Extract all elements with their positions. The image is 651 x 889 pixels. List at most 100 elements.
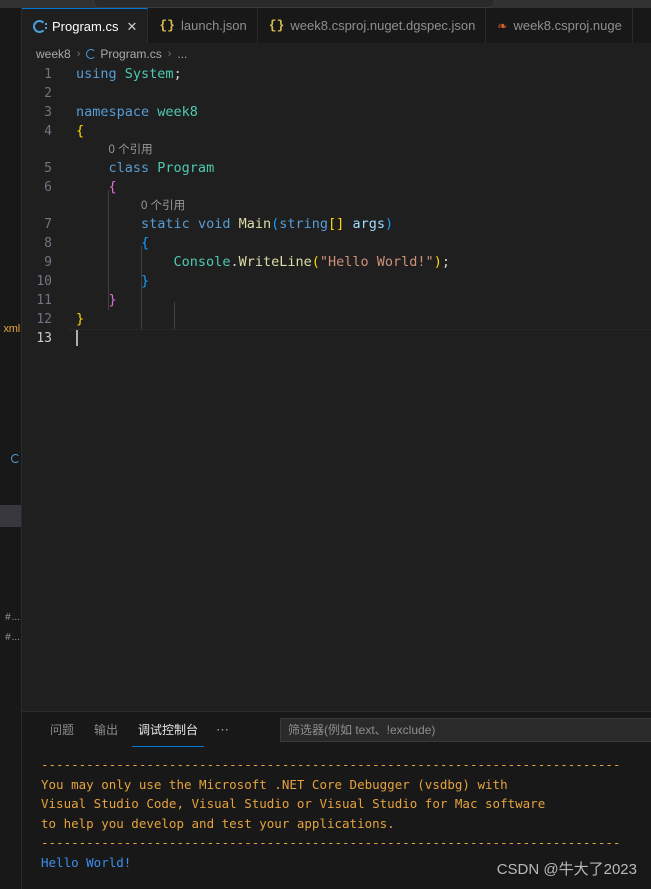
code-token: void xyxy=(198,216,231,232)
code-token: } xyxy=(76,311,84,327)
text-cursor xyxy=(76,330,78,346)
code-text: static void Main(string[] args) xyxy=(68,215,651,234)
code-token xyxy=(117,66,125,82)
close-icon[interactable]: ✕ xyxy=(126,20,137,33)
editor-tab[interactable]: {}week8.csproj.nuget.dgspec.json xyxy=(258,8,487,43)
code-token: ) xyxy=(434,254,442,270)
watermark: CSDN @牛大了2023 xyxy=(497,858,637,879)
panel-tab[interactable]: 问题 xyxy=(40,712,84,747)
code-line[interactable]: 9 Console.WriteLine("Hello World!"); xyxy=(22,253,651,272)
code-token: "Hello World!" xyxy=(320,254,434,270)
editor-tab-label: week8.csproj.nuge xyxy=(513,18,621,33)
panel-tab-bar[interactable]: 问题输出调试控制台⋯ 筛选器(例如 text、!exclude) xyxy=(22,712,651,747)
code-token: Main xyxy=(239,216,272,232)
codelens-references[interactable]: 00 个引用 xyxy=(22,141,651,159)
code-token xyxy=(76,160,109,176)
line-number: 9 xyxy=(22,253,68,272)
title-bar-strip xyxy=(0,0,651,8)
code-token xyxy=(230,216,238,232)
command-center[interactable] xyxy=(93,0,495,8)
editor-tab-label: launch.json xyxy=(181,18,247,33)
code-line[interactable]: 13 xyxy=(22,329,651,348)
code-text: using System; xyxy=(68,65,651,84)
code-line[interactable]: 5 class Program xyxy=(22,159,651,178)
line-number: 1 xyxy=(22,65,68,84)
code-token xyxy=(76,235,141,251)
explorer-row-label: xml xyxy=(3,323,20,335)
panel-tab[interactable]: 输出 xyxy=(84,712,128,747)
filter-input[interactable]: 筛选器(例如 text、!exclude) xyxy=(280,718,651,742)
line-number: 2 xyxy=(22,84,68,103)
code-editor[interactable]: 1using System;23namespace week84{00 个引用5… xyxy=(22,65,651,711)
code-token: System xyxy=(125,66,174,82)
explorer-tree-row[interactable]: #... xyxy=(0,606,21,628)
breadcrumb-item-file[interactable]: Program.cs xyxy=(100,47,161,61)
code-token: [] xyxy=(328,216,344,232)
code-text: namespace week8 xyxy=(68,103,651,122)
line-number: 11 xyxy=(22,291,68,310)
csharp-file-icon: # xyxy=(5,612,11,623)
explorer-tree-row[interactable] xyxy=(0,505,21,527)
line-number: 6 xyxy=(22,178,68,197)
code-line[interactable]: 2 xyxy=(22,84,651,103)
code-token: { xyxy=(109,179,117,195)
code-text xyxy=(68,329,651,348)
breadcrumb-item-symbol[interactable]: ... xyxy=(177,47,187,61)
line-number: 10 xyxy=(22,272,68,291)
code-line[interactable]: 3namespace week8 xyxy=(22,103,651,122)
codelens-label[interactable]: 0 个引用 xyxy=(68,141,153,160)
code-token: ; xyxy=(174,66,182,82)
code-token: class xyxy=(109,160,150,176)
code-token: ) xyxy=(385,216,393,232)
console-line: ----------------------------------------… xyxy=(41,833,651,853)
rss-icon: ❧ xyxy=(497,19,507,33)
explorer-row-label: ... xyxy=(12,612,20,623)
codelens-references[interactable]: 00 个引用 xyxy=(22,197,651,215)
json-icon: {} xyxy=(159,18,175,33)
line-number: 13 xyxy=(22,329,68,348)
code-text: { xyxy=(68,234,651,253)
editor-tab[interactable]: {} launch.json xyxy=(148,8,257,43)
editor-tab[interactable]: Program.cs✕ xyxy=(22,8,148,43)
code-token: using xyxy=(76,66,117,82)
code-token: } xyxy=(141,273,149,289)
explorer-tree-row[interactable] xyxy=(0,447,21,469)
editor-tab[interactable]: ❧ week8.csproj.nuge xyxy=(486,8,632,43)
explorer-tree-row[interactable]: #... xyxy=(0,626,21,648)
line-number: 8 xyxy=(22,234,68,253)
panel-tab[interactable]: 调试控制台 xyxy=(128,712,208,747)
code-line[interactable]: 11 } xyxy=(22,291,651,310)
code-line[interactable]: 8 { xyxy=(22,234,651,253)
explorer-row-label: ... xyxy=(12,632,20,643)
chevron-right-icon: › xyxy=(168,48,172,60)
filter-placeholder: 筛选器(例如 text、!exclude) xyxy=(288,721,435,738)
code-token: Console xyxy=(174,254,231,270)
circle-icon xyxy=(11,454,20,463)
code-line[interactable]: 4{ xyxy=(22,122,651,141)
breadcrumb-item-folder[interactable]: week8 xyxy=(36,47,71,61)
code-line[interactable]: 6 { xyxy=(22,178,651,197)
explorer-sidebar[interactable]: xml#...#... xyxy=(0,8,22,889)
code-token: args xyxy=(352,216,385,232)
code-line[interactable]: 10 } xyxy=(22,272,651,291)
code-text: class Program xyxy=(68,159,651,178)
code-line[interactable]: 12} xyxy=(22,310,651,329)
panel-more-icon[interactable]: ⋯ xyxy=(208,722,238,738)
code-line[interactable]: 7 static void Main(string[] args) xyxy=(22,215,651,234)
code-token: week8 xyxy=(157,104,198,120)
code-text: { xyxy=(68,178,651,197)
csharp-icon xyxy=(33,20,46,33)
code-token xyxy=(76,273,141,289)
editor-tab-bar[interactable]: Program.cs✕ {} launch.json {}week8.csproj.n… xyxy=(22,8,651,43)
explorer-tree-row[interactable]: xml xyxy=(0,318,21,340)
breadcrumb[interactable]: week8 › Program.cs › ... xyxy=(22,43,651,65)
editor-group: Program.cs✕{}launch.json{}week8.csproj.n… xyxy=(22,8,651,889)
codelens-label[interactable]: 0 个引用 xyxy=(68,197,185,216)
vscode-window: xml#...#... Program.cs✕{}launch.json{}we… xyxy=(0,0,651,889)
console-line: ----------------------------------------… xyxy=(41,755,651,775)
code-line[interactable]: 1using System; xyxy=(22,65,651,84)
code-token: . xyxy=(230,254,238,270)
line-number: 5 xyxy=(22,159,68,178)
code-token xyxy=(76,254,174,270)
code-text: Console.WriteLine("Hello World!"); xyxy=(68,253,651,272)
